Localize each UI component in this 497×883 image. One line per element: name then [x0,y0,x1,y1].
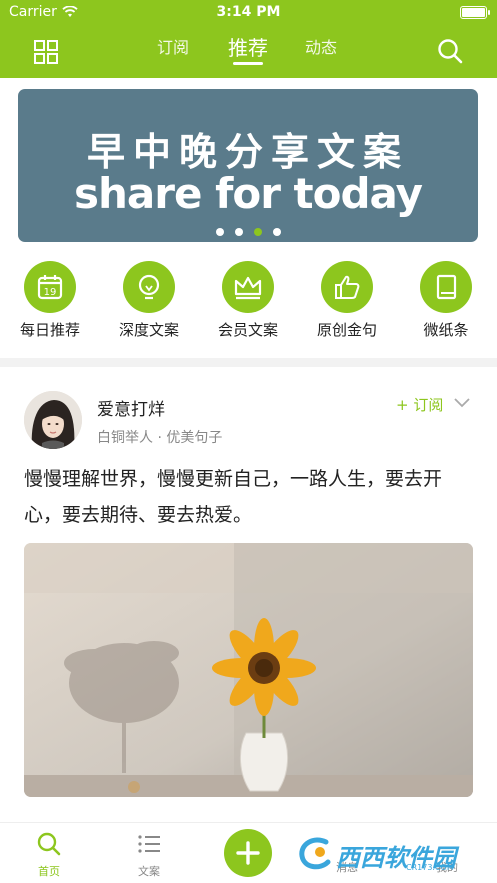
post-image[interactable] [24,543,473,797]
site-watermark: 西西软件园 CR173.COM [296,834,486,874]
quick-link-label: 原创金句 [316,321,377,339]
quick-links: 19 每日推荐 深度文案 会员文案 原创金句 微纸条 [0,261,497,341]
category-grid-icon[interactable] [34,40,58,64]
quick-link-label: 会员文案 [217,321,278,339]
search-icon [37,832,61,856]
pager-dot[interactable] [272,228,281,236]
post-card: 爱意打烊 白铜举人 · 优美句子 + 订阅 慢慢理解世界，慢慢更新自己，一路人生… [0,367,497,822]
banner-title-en: share for today [74,169,423,218]
quick-link-deep[interactable]: 深度文案 [99,261,199,340]
chevron-down-icon[interactable] [453,397,471,409]
post-author[interactable]: 爱意打烊 [97,395,165,420]
tab-label: 文案 [138,865,160,878]
pager-dot[interactable] [215,228,224,236]
search-icon[interactable] [437,38,463,64]
promo-banner[interactable]: 早中晚分享文案 share for today [18,89,478,242]
pager-dot[interactable] [234,228,243,236]
status-time: 3:14 PM [216,4,281,20]
calendar-icon: 19 [37,275,63,300]
logo-swirl-icon [299,837,331,870]
book-icon [436,274,457,300]
tab-copywriting[interactable]: 文案 [109,831,189,879]
top-nav: 订阅 推荐 动态 [0,26,497,78]
plus-icon [236,841,260,865]
tab-recommend[interactable]: 推荐 [228,32,268,61]
avatar-image [24,391,82,449]
active-tab-indicator [233,62,263,65]
quick-link-label: 每日推荐 [19,321,80,339]
banner-title-cn: 早中晚分享文案 [86,129,409,174]
home-header-panel: 早中晚分享文案 share for today 19 每日推荐 深度文案 会员文… [0,78,497,358]
watermark-subtext: CR173.COM [406,863,454,872]
quick-link-daily[interactable]: 19 每日推荐 [0,261,100,340]
banner-pager [18,228,478,236]
bulb-icon [138,274,160,300]
thumbs-up-icon [335,275,360,299]
post-text: 慢慢理解世界，慢慢更新自己，一路人生，要去开心，要去期待、要去热爱。 [24,468,443,526]
quick-link-label: 微纸条 [423,321,469,339]
subscribe-button[interactable]: + 订阅 [396,394,443,415]
tab-subscribe[interactable]: 订阅 [157,34,189,58]
top-header: Carrier 3:14 PM 订阅 推荐 动态 [0,0,497,78]
sunflower-photo [24,543,473,797]
quick-link-vip[interactable]: 会员文案 [198,261,298,340]
avatar[interactable] [24,391,82,449]
pager-dot-active[interactable] [253,228,262,236]
tab-home[interactable]: 首页 [9,831,89,879]
tab-label: 首页 [38,865,60,878]
battery-icon [460,6,490,19]
quick-link-label: 深度文案 [118,321,179,339]
quick-link-note[interactable]: 微纸条 [396,261,496,340]
post-author-meta: 白铜举人 · 优美句子 [97,430,223,446]
crown-icon [234,276,262,300]
list-icon [138,835,160,853]
quick-link-original[interactable]: 原创金句 [297,261,397,340]
add-post-button[interactable] [224,829,272,877]
status-bar: Carrier 3:14 PM [0,0,497,26]
svg-text:19: 19 [44,287,57,298]
tab-feed[interactable]: 动态 [305,34,337,58]
